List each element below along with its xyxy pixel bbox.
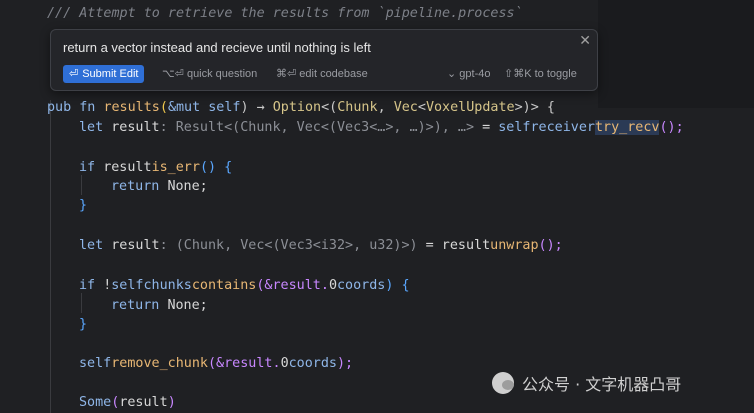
code-line-2[interactable]: let result: Result<(Chunk, Vec<(Vec3<…>,… (79, 118, 684, 138)
indent-guide (81, 175, 82, 195)
code-line-11[interactable]: Some(result) (79, 393, 176, 413)
code-line-10[interactable]: selfremove_chunk(&result.0coords); (79, 354, 353, 374)
code-line-6[interactable]: let result: (Chunk, Vec<(Vec3<i32>, u32)… (79, 236, 563, 256)
code-line-8[interactable]: return None; (111, 296, 208, 316)
code-line-4[interactable]: return None; (111, 177, 208, 197)
quick-question-hint[interactable]: ⌥⏎ quick question (162, 66, 257, 82)
enter-key-icon: ⏎ (69, 68, 79, 80)
indent-guide (50, 100, 51, 413)
wechat-icon (492, 372, 514, 394)
indent-guide (81, 293, 82, 313)
edit-prompt-input[interactable]: return a vector instead and recieve unti… (63, 40, 371, 55)
model-selector[interactable]: ⌄ gpt-4o (447, 66, 490, 82)
inline-edit-popup[interactable]: return a vector instead and recieve unti… (50, 29, 598, 91)
code-line-7[interactable]: if !selfchunkscontains(&result.0coords) … (79, 276, 410, 296)
watermark: 公众号 · 文字机器凸哥 (492, 366, 681, 400)
code-line-1[interactable]: pub fn results(&mut self) → Option<(Chun… (47, 98, 555, 118)
submit-edit-button[interactable]: ⏎ Submit Edit (63, 65, 145, 83)
toggle-hint: ⇧⌘K to toggle (504, 68, 577, 80)
code-line-3[interactable]: if resultis_err() { (79, 158, 232, 178)
close-icon[interactable]: ✕ (579, 32, 591, 49)
chevron-down-icon: ⌄ (447, 68, 460, 80)
edit-codebase-hint[interactable]: ⌘⏎ edit codebase (276, 66, 368, 82)
code-line-9[interactable]: } (79, 315, 87, 335)
editor-overlay-band (598, 0, 754, 108)
code-line-5[interactable]: } (79, 196, 87, 216)
doc-comment: /// Attempt to retrieve the results from… (47, 6, 523, 21)
